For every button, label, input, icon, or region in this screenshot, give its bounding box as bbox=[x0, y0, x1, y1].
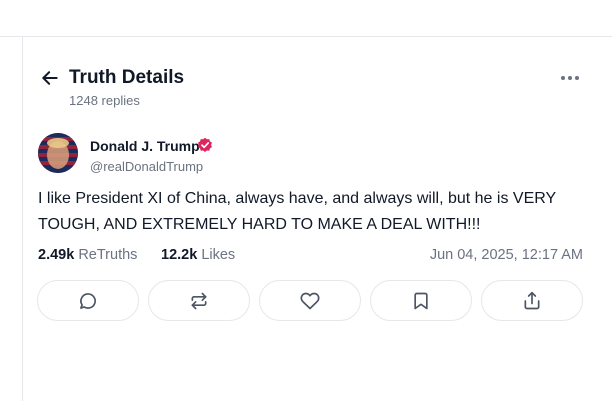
retruth-icon bbox=[189, 291, 209, 311]
likes-label: Likes bbox=[201, 247, 236, 263]
likes-stat[interactable]: 12.2k Likes bbox=[161, 247, 235, 263]
verified-badge-icon bbox=[197, 137, 213, 153]
retruths-count: 2.49k bbox=[38, 247, 75, 263]
author-name[interactable]: Donald J. Trump bbox=[90, 138, 200, 154]
share-icon bbox=[522, 291, 542, 311]
author-handle[interactable]: @realDonaldTrump bbox=[90, 159, 203, 174]
top-divider bbox=[0, 36, 612, 37]
retruths-label: ReTruths bbox=[78, 247, 138, 263]
action-bar bbox=[37, 280, 584, 321]
post-stats: 2.49k ReTruths 12.2k Likes Jun 04, 2025,… bbox=[38, 247, 583, 267]
replies-count: 1248 replies bbox=[69, 93, 140, 108]
back-button[interactable] bbox=[38, 66, 62, 90]
reply-icon bbox=[78, 291, 98, 311]
like-icon bbox=[300, 291, 320, 311]
post-timestamp: Jun 04, 2025, 12:17 AM bbox=[429, 247, 583, 263]
retruth-button[interactable] bbox=[148, 280, 250, 321]
likes-count: 12.2k bbox=[161, 247, 198, 263]
more-options-button[interactable] bbox=[557, 68, 583, 88]
post-text: I like President XI of China, always hav… bbox=[38, 190, 556, 233]
share-button[interactable] bbox=[481, 280, 583, 321]
bookmark-button[interactable] bbox=[370, 280, 472, 321]
avatar[interactable] bbox=[38, 133, 78, 173]
bookmark-icon bbox=[411, 291, 431, 311]
column-border bbox=[22, 37, 23, 401]
reply-button[interactable] bbox=[37, 280, 139, 321]
arrow-left-icon bbox=[40, 68, 60, 88]
more-horizontal-icon bbox=[560, 75, 580, 81]
like-button[interactable] bbox=[259, 280, 361, 321]
retruths-stat[interactable]: 2.49k ReTruths bbox=[38, 247, 137, 263]
page-title: Truth Details bbox=[69, 67, 185, 88]
truth-details-header: Truth Details 1248 replies bbox=[38, 64, 583, 112]
